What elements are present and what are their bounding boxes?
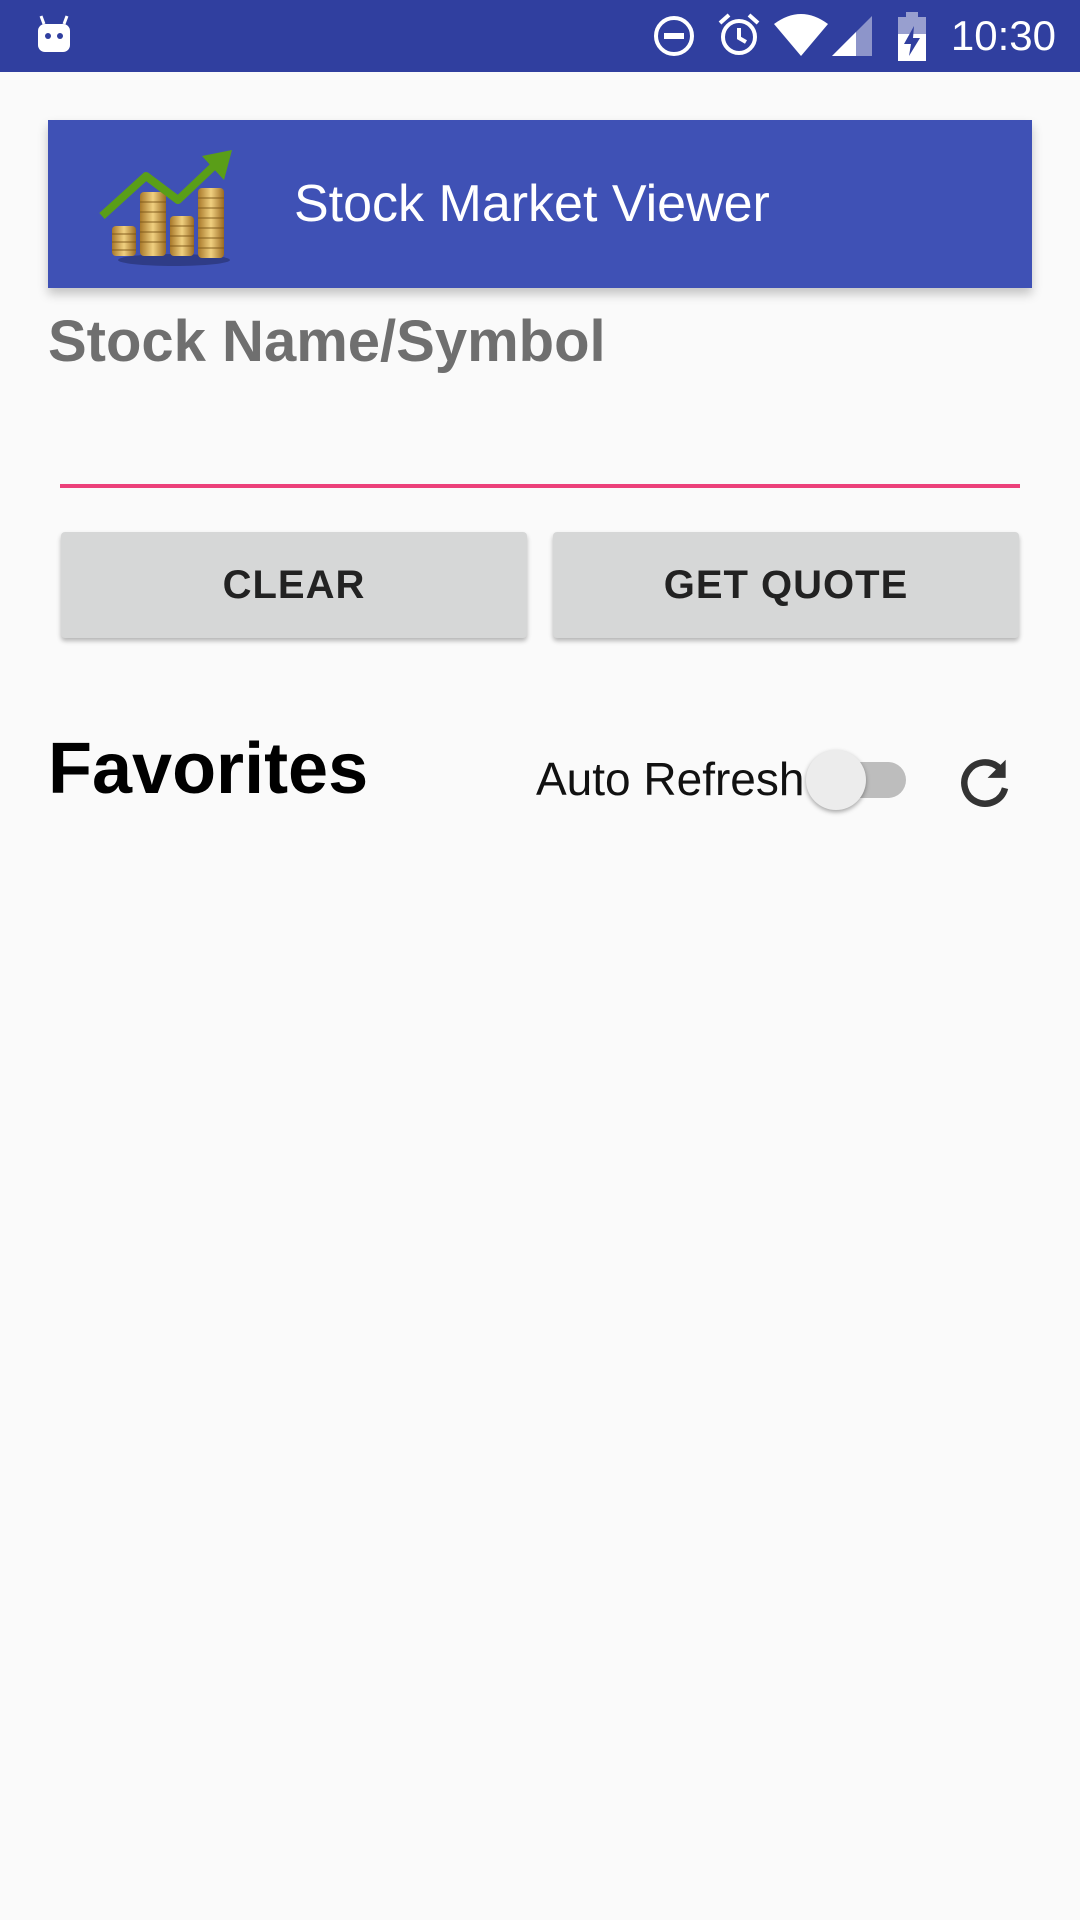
stock-symbol-input[interactable] (60, 420, 1020, 488)
favorites-list (48, 850, 1032, 1890)
auto-refresh-label: Auto Refresh (536, 753, 805, 805)
stock-coins-chart-icon (99, 150, 232, 266)
refresh-icon[interactable] (954, 752, 1016, 814)
clear-button[interactable]: CLEAR (61, 532, 527, 638)
do-not-disturb-icon (654, 16, 694, 56)
status-bar: 10:30 (0, 0, 1080, 72)
auto-refresh-toggle[interactable] (806, 750, 906, 810)
battery-charging-icon (898, 12, 926, 61)
android-notification-icon (38, 15, 70, 52)
favorites-title: Favorites (48, 729, 369, 809)
get-quote-button[interactable]: GET QUOTE (553, 532, 1019, 638)
app-header: Stock Market Viewer (48, 120, 1032, 288)
status-clock: 10:30 (950, 12, 1056, 59)
alarm-icon (718, 13, 760, 55)
app-title: Stock Market Viewer (294, 175, 770, 233)
toggle-thumb (806, 750, 866, 810)
stock-name-label: Stock Name/Symbol (48, 309, 606, 374)
wifi-icon (774, 14, 828, 56)
cell-signal-icon (832, 16, 872, 56)
